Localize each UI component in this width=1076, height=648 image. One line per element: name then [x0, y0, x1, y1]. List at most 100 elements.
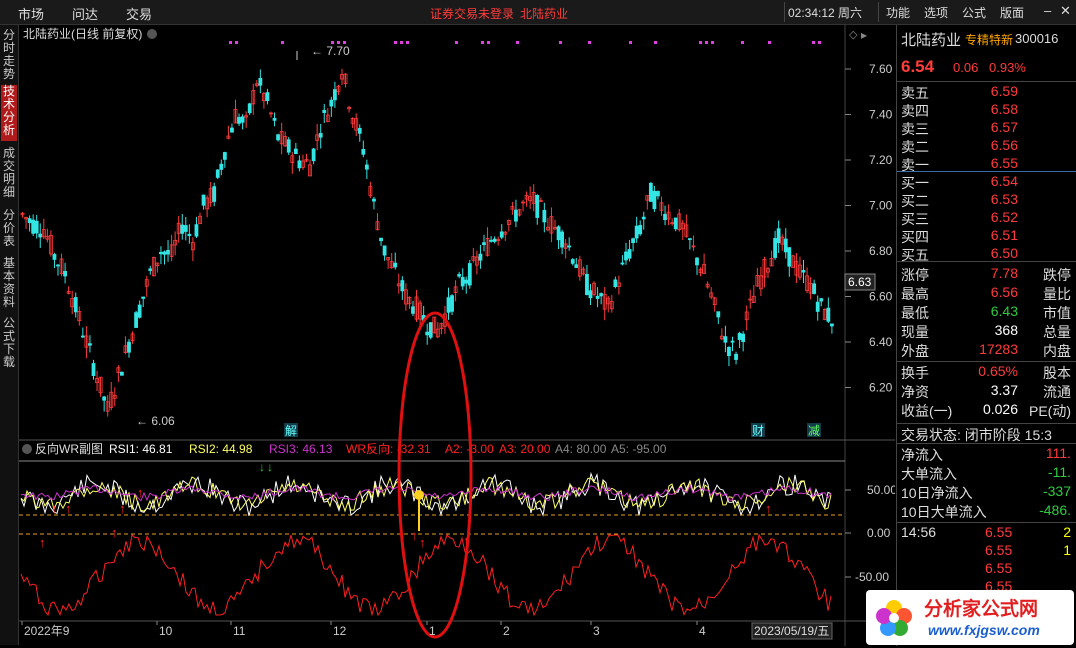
a3-value: A3: 20.00: [499, 442, 551, 456]
time-axis-label: 2: [503, 624, 510, 638]
low-price-label: ← 6.06: [136, 414, 175, 428]
ask-row: 卖四 6.58: [901, 101, 1018, 119]
minimize-icon[interactable]: –: [1044, 3, 1051, 18]
stat2-row: 换手 0.65% 股本: [901, 363, 1071, 381]
menu-options[interactable]: 选项: [924, 4, 948, 21]
flow-row: 净流入 111.: [901, 445, 1071, 463]
buy-arrow-icon: ↑: [51, 501, 58, 516]
tab-realtime[interactable]: 分时走势: [1, 29, 17, 81]
price-axis-label: 7.40: [869, 108, 893, 122]
logo-url: www.fxjgsw.com: [928, 622, 1040, 638]
stock-notice: 北陆药业: [520, 7, 569, 21]
tab-price-table[interactable]: 分价表: [1, 209, 17, 253]
stat-row: 最低 6.43 市值: [901, 303, 1071, 321]
stock-name: 北陆药业: [901, 32, 962, 49]
cursor-date: 2023/05/19/五: [754, 624, 829, 638]
price-change: 0.06: [953, 60, 979, 75]
login-notice[interactable]: 证券交易未登录: [430, 5, 514, 22]
buy-arrow-icon: ↑: [419, 535, 426, 550]
time-axis-label: 10: [159, 624, 173, 638]
close-icon[interactable]: ✕: [1060, 3, 1071, 19]
buy-arrow-icon: ↑: [137, 485, 144, 500]
ask-row: 卖二 6.56: [901, 137, 1018, 155]
menu-function[interactable]: 功能: [886, 4, 910, 21]
tab-formula-download[interactable]: 公式下载: [1, 317, 17, 373]
tab-fundamentals[interactable]: 基本资料: [1, 257, 17, 313]
menu-bar: 市场 问达 交易 证券交易未登录 北陆药业 02:34:12 周六 功能 选项 …: [0, 0, 1076, 25]
stat-row: 现量 368 总量: [901, 322, 1071, 340]
flow-row: 10日净流入 -337: [901, 483, 1071, 501]
stat-row: 最高 6.56 量比: [901, 284, 1071, 302]
bid-row: 买三 6.52: [901, 209, 1018, 227]
trading-status: 交易状态: 闭市阶段 15:3: [901, 427, 1052, 443]
sidebar-toggle-icon[interactable]: ▸: [861, 28, 867, 42]
time-axis-label: 4: [699, 624, 706, 638]
price-axis-label: 7.60: [869, 62, 893, 76]
badge: 专精特新: [965, 33, 1014, 47]
time-axis-label: 12: [333, 624, 347, 638]
rsi3-value: RSI3: 46.13: [269, 442, 333, 456]
quote-panel: 北陆药业 专精特新 300016 6.54 0.06 0.93% 卖五 6.59 卖…: [896, 25, 1076, 646]
left-tabs: 分时走势 技术分析 成交明细 分价表 基本资料 公式下载: [0, 25, 19, 645]
flow-row: 大单流入 -11.: [901, 464, 1071, 482]
sell-arrow-icon: ↓: [259, 460, 265, 474]
bid-row: 买二 6.53: [901, 191, 1018, 209]
bid-row: 买四 6.51: [901, 227, 1018, 245]
chart-title: 北陆药业(日线 前复权): [23, 26, 142, 41]
time-axis-label: 11: [233, 624, 246, 638]
menu-trade[interactable]: 交易: [126, 4, 152, 23]
price-axis-label: 6.60: [869, 290, 893, 304]
time-axis-label: 1: [429, 624, 436, 638]
price-axis-label: 6.40: [869, 335, 893, 349]
chart-settings-icon[interactable]: [147, 29, 157, 39]
tick-row: 6.55: [985, 560, 1013, 576]
indicator-axis-label: -50.00: [855, 570, 889, 584]
tab-technical[interactable]: 技术分析: [1, 85, 17, 141]
indicator-axis-label: 50.00: [867, 483, 895, 497]
bid-row: 买一 6.54: [901, 173, 1018, 191]
stat2-row: 净资 3.37 流通: [901, 382, 1071, 400]
buy-arrow-icon: ↑: [65, 501, 72, 516]
buy-arrow-icon: ↑: [411, 528, 418, 543]
price-axis-label: 6.80: [869, 244, 893, 258]
menu-wenda[interactable]: 问达: [72, 4, 98, 23]
wr-value: WR反向: -32.31: [346, 441, 431, 456]
tick-row: 6.55 1: [985, 542, 1071, 558]
buy-arrow-icon: ↑: [111, 525, 118, 540]
indicator-axis-label: 0.00: [867, 526, 891, 540]
stat2-row: 收益(一) 0.026 PE(动): [901, 401, 1071, 419]
rsi2-value: RSI2: 44.98: [189, 442, 253, 456]
tick-row: 14:56 6.55 2: [901, 524, 1071, 540]
indicator-settings-icon[interactable]: [22, 444, 32, 454]
ask-row: 卖三 6.57: [901, 119, 1018, 137]
site-logo: 分析家公式网 www.fxjgsw.com: [866, 590, 1074, 645]
buy-arrow-icon: ↑: [39, 535, 46, 550]
event-label-jian[interactable]: 减: [808, 424, 820, 438]
diamond-icon[interactable]: ◇: [849, 29, 858, 41]
stat-row: 涨停 7.78 跌停: [901, 265, 1071, 283]
price-axis-label: 7.00: [869, 199, 893, 213]
price-axis-label: 7.20: [869, 153, 893, 167]
logo-text: 分析家公式网: [924, 597, 1038, 620]
time-axis-label: 2022年9: [24, 624, 70, 638]
last-price: 6.54: [901, 57, 935, 76]
time-axis-label: 3: [593, 624, 600, 638]
chart-area[interactable]: 北陆药业(日线 前复权) ◇ ▸ 7.60 7.40 7.20 7.00 6.80 6.6…: [19, 25, 895, 646]
buy-arrow-icon: ↑: [119, 501, 126, 516]
high-price-label: ← 7.70: [311, 44, 350, 58]
indicator-name: 反向WR副图: [35, 441, 103, 456]
a5-value: A5: -95.00: [611, 442, 667, 456]
tab-trades[interactable]: 成交明细: [1, 147, 17, 203]
menu-market[interactable]: 市场: [18, 4, 44, 23]
yellow-marker: [414, 490, 424, 500]
menu-layout[interactable]: 版面: [1000, 4, 1024, 21]
rsi1-value: RSI1: 46.81: [109, 442, 173, 456]
event-label-cai[interactable]: 财: [752, 424, 764, 438]
sell-arrow-icon: ↓: [267, 460, 273, 474]
ask-row: 卖五 6.59: [901, 83, 1018, 101]
clock: 02:34:12 周六: [788, 6, 863, 20]
flow-row: 10日大单流入 -486.: [901, 502, 1071, 520]
stock-code: 300016: [1015, 31, 1059, 46]
menu-formula[interactable]: 公式: [962, 4, 986, 21]
event-label-jie[interactable]: 解: [285, 424, 297, 438]
